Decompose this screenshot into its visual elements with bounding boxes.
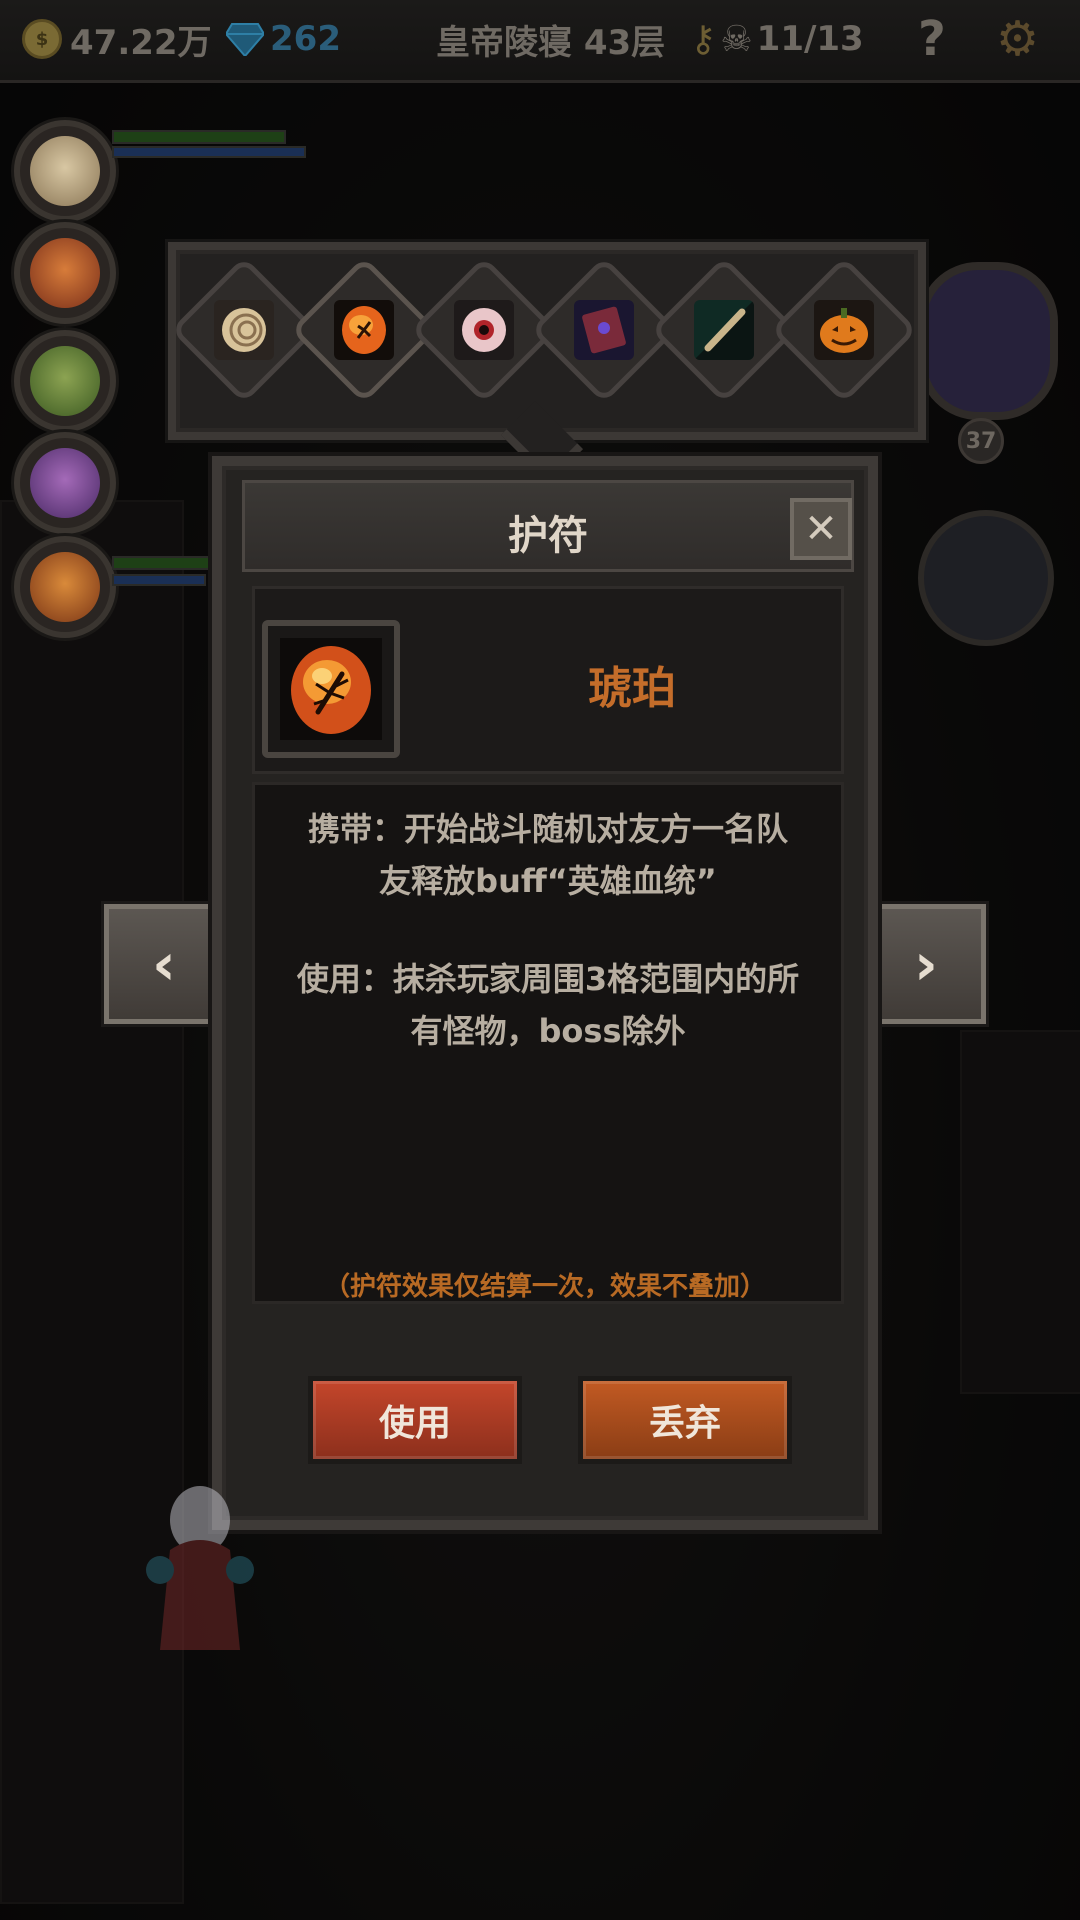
kill-counter: ⚷ ☠ 11/13 (690, 14, 864, 64)
settings-icon: ⚙ (996, 11, 1040, 67)
description-panel: 携带：开始战斗随机对友方一名队 友释放buff“英雄血统” 使用：抹杀玩家周围3… (252, 782, 844, 1304)
skull-icon: ☠ (720, 18, 753, 60)
amulet-slot-flute[interactable] (650, 256, 798, 404)
hero-1-mp-bar (112, 146, 306, 158)
use-button-label: 使用 (378, 1403, 451, 1444)
hero-portrait-4[interactable] (14, 432, 116, 534)
carry-effect-line-2: 友释放buff“英雄血统” (379, 862, 717, 900)
crow-enemy-portrait[interactable] (918, 510, 1054, 646)
floor-label: 皇帝陵寝 43层 (436, 22, 666, 63)
amulet-slot-eyeball[interactable] (410, 256, 558, 404)
hero-face (30, 238, 100, 308)
flute-icon (694, 300, 754, 360)
amulet-slot-shell[interactable] (170, 256, 318, 404)
amulet-slot-spellbook[interactable] (530, 256, 678, 404)
chevron-left-icon: ‹ (152, 930, 176, 998)
hero-face (30, 552, 100, 622)
close-button[interactable]: ✕ (790, 498, 852, 560)
amulet-slot-pumpkin[interactable] (770, 256, 918, 404)
hero-portrait-5[interactable] (14, 536, 116, 638)
use-button[interactable]: 使用 (308, 1376, 522, 1464)
dialog-title: 护符 (508, 513, 588, 559)
discard-button[interactable]: 丢弃 (578, 1376, 792, 1464)
discard-button-label: 丢弃 (648, 1403, 721, 1444)
item-icon-frame (262, 620, 400, 758)
amulet-dialog: 护符 ✕ 琥珀 携带：开始战斗随机对友方一名队 友释放buff“英雄血统” 使用… (212, 456, 878, 1530)
boss-portrait[interactable] (918, 262, 1058, 420)
eyeball-icon (454, 300, 514, 360)
pumpkin-icon (814, 300, 874, 360)
hero-portrait-3[interactable] (14, 330, 116, 432)
hero-face (30, 136, 100, 206)
coin-icon: $ (22, 19, 62, 59)
shell-icon (214, 300, 274, 360)
gold-amount: 47.22万 (70, 22, 212, 63)
hero-portrait-1[interactable] (14, 120, 116, 222)
hero-5-hp-bar (112, 556, 216, 570)
settings-button[interactable]: ⚙ (996, 11, 1040, 67)
carry-effect-line-1: 携带：开始战斗随机对友方一名队 (307, 810, 788, 848)
item-name: 琥珀 (588, 663, 676, 714)
kill-count: 11/13 (756, 19, 864, 59)
key-icon: ⚷ (690, 18, 717, 60)
boss-level-badge: 37 (958, 418, 1004, 464)
use-effect-line-2: 有怪物，boss除外 (410, 1012, 686, 1050)
dialog-header: 护符 (242, 480, 854, 572)
help-icon: ? (918, 11, 946, 67)
next-amulet-button[interactable]: › (866, 904, 986, 1024)
stacking-note: （护符效果仅结算一次，效果不叠加） (323, 1272, 766, 1302)
top-status-bar: $ 47.22万 262 皇帝陵寝 43层 ⚷ ☠ 11/13 ? ⚙ (0, 0, 1080, 83)
gold-counter: $ 47.22万 (22, 14, 212, 64)
amber-icon (334, 300, 394, 360)
chevron-right-icon: › (914, 930, 938, 998)
spellbook-icon (574, 300, 634, 360)
ghost-monster-sprite (146, 1486, 254, 1650)
gem-amount: 262 (270, 19, 341, 59)
hero-5-mp-bar (112, 574, 206, 586)
gem-counter: 262 (226, 14, 341, 64)
close-icon: ✕ (804, 506, 838, 552)
hero-1-hp-bar (112, 130, 286, 144)
hero-face (30, 346, 100, 416)
gem-icon (226, 23, 264, 56)
help-button[interactable]: ? (918, 11, 946, 67)
floor-location: 皇帝陵寝 43层 (436, 14, 665, 64)
hero-face (30, 448, 100, 518)
use-effect-line-1: 使用：抹杀玩家周围3格范围内的所 (296, 960, 800, 998)
hero-portrait-2[interactable] (14, 222, 116, 324)
amulet-slot-amber[interactable] (290, 256, 438, 404)
previous-amulet-button[interactable]: ‹ (104, 904, 224, 1024)
amber-large-icon (280, 638, 382, 740)
